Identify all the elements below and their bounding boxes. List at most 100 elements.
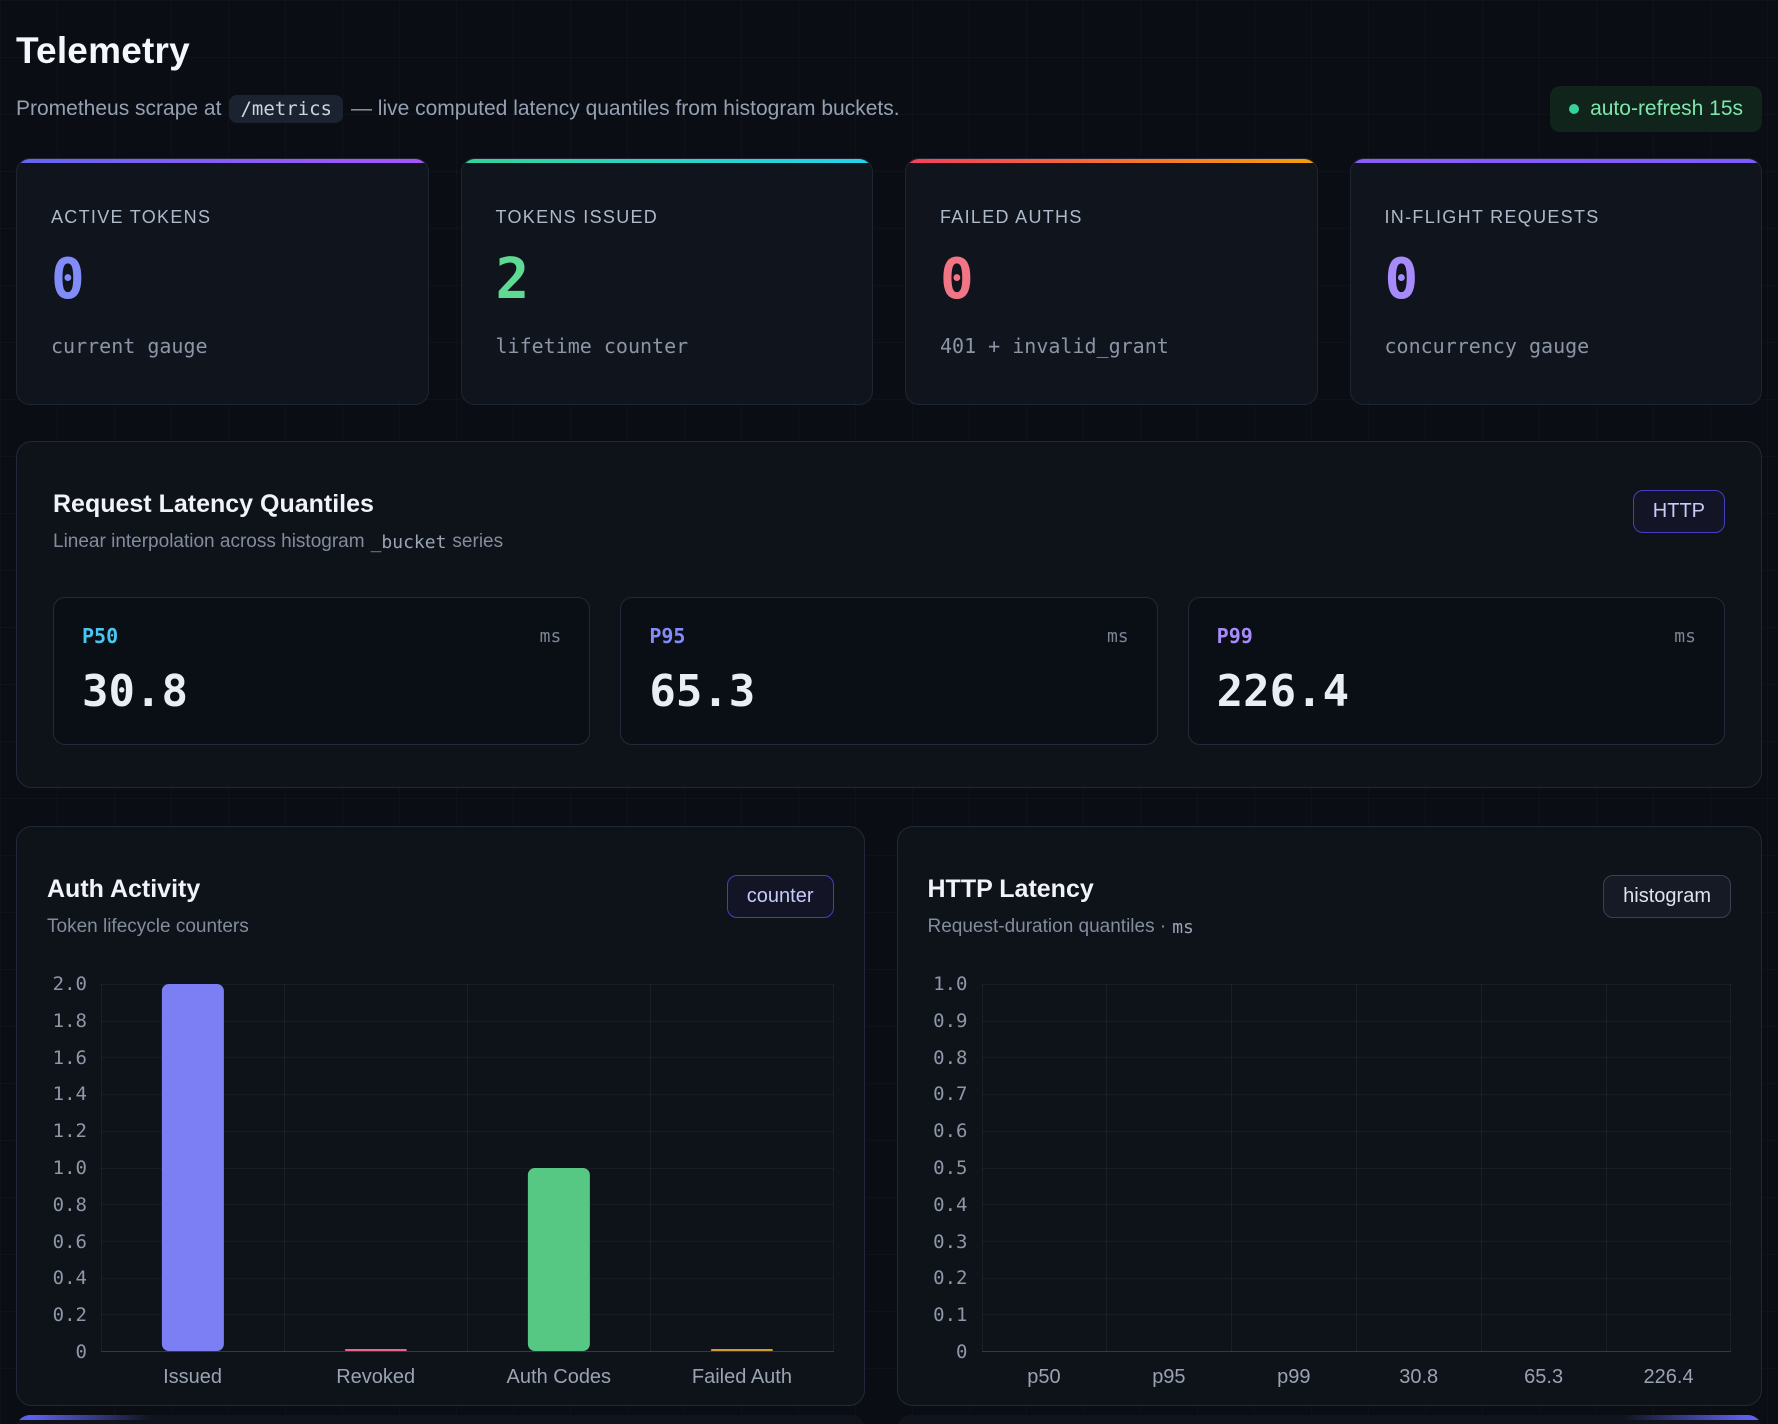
next-panel-left [16,1415,865,1424]
stat-card-failed-auths: FAILED AUTHS 0 401 + invalid_grant [905,158,1318,405]
http-latency-chart: 1.00.90.80.70.60.50.40.30.20.10p50p95p99… [928,984,1731,1389]
quantiles-panel-subtitle: Linear interpolation across histogram _b… [53,531,503,553]
stat-value: 2 [496,252,839,308]
y-tick-label: 0.1 [933,1304,967,1326]
stat-label: IN-FLIGHT REQUESTS [1385,207,1728,228]
bucket-code-text: _bucket [371,532,447,553]
y-tick-label: 1.0 [53,1157,87,1179]
stat-value: 0 [51,252,394,308]
metrics-endpoint-chip: /metrics [229,95,343,123]
quantile-value: 30.8 [82,670,561,714]
y-tick-label: 0 [76,1341,87,1363]
y-tick-label: 0.4 [933,1194,967,1216]
v-gridline [1606,984,1607,1351]
y-tick-label: 0.5 [933,1157,967,1179]
telemetry-page: Telemetry Prometheus scrape at /metrics … [0,0,1778,1424]
histogram-badge: histogram [1603,875,1731,918]
quantiles-panel-head: Request Latency Quantiles Linear interpo… [53,490,1725,553]
stat-card-inflight-requests: IN-FLIGHT REQUESTS 0 concurrency gauge [1350,158,1763,405]
y-tick-label: 0.7 [933,1083,967,1105]
subtitle-post: — live computed latency quantiles from h… [351,97,900,121]
y-tick-label: 1.8 [53,1010,87,1032]
bar-failed-auth [711,1349,773,1351]
quantile-card-p50: P50 ms 30.8 [53,597,590,745]
y-axis: 1.00.90.80.70.60.50.40.30.20.10 [928,984,982,1352]
subtitle-pre: Prometheus scrape at [16,97,221,121]
page-title: Telemetry [16,30,1762,72]
stat-accent-bar [462,159,873,163]
y-tick-label: 0 [956,1341,967,1363]
bar-auth-codes [528,1168,590,1352]
x-axis-labels: p50p95p9930.865.3226.4 [982,1352,1731,1389]
x-tick-label: Auth Codes [467,1366,650,1389]
v-gridline [650,984,651,1351]
bar-revoked [345,1349,407,1351]
next-panel-left-accent [16,1415,865,1420]
auto-refresh-badge: auto-refresh 15s [1550,86,1762,132]
plot-area [982,984,1731,1352]
y-tick-label: 0.8 [933,1047,967,1069]
stat-sub: current gauge [51,334,394,358]
quantiles-subtitle-post: series [452,531,503,553]
http-latency-title: HTTP Latency [928,875,1194,904]
next-panel-row-cutoff [16,1415,1762,1424]
next-panel-right [897,1415,1762,1424]
counter-badge: counter [727,875,834,918]
stat-card-tokens-issued: TOKENS ISSUED 2 lifetime counter [461,158,874,405]
http-latency-subtitle: Request-duration quantiles · ms [928,916,1194,938]
http-latency-subtitle-pre: Request-duration quantiles · [928,916,1167,938]
v-gridline [1481,984,1482,1351]
x-tick-label: Revoked [284,1366,467,1389]
x-axis-labels: IssuedRevokedAuth CodesFailed Auth [101,1352,834,1389]
quantile-label: P99 [1217,624,1253,648]
v-gridline [1231,984,1232,1351]
subtitle-row: Prometheus scrape at /metrics — live com… [16,86,1762,132]
y-tick-label: 0.9 [933,1010,967,1032]
quantile-unit: ms [540,626,562,647]
auth-activity-subtitle: Token lifecycle counters [47,916,249,938]
stat-value: 0 [940,252,1283,308]
stat-card-active-tokens: ACTIVE TOKENS 0 current gauge [16,158,429,405]
y-tick-label: 1.2 [53,1120,87,1142]
y-tick-label: 0.2 [933,1267,967,1289]
v-gridline [833,984,834,1351]
stat-accent-bar [1351,159,1762,163]
stat-label: TOKENS ISSUED [496,207,839,228]
auth-activity-title: Auth Activity [47,875,249,904]
quantile-label: P50 [82,624,118,648]
bar-issued [161,984,223,1351]
next-panel-right-accent [897,1415,1762,1420]
y-tick-label: 0.6 [933,1120,967,1142]
stat-label: ACTIVE TOKENS [51,207,394,228]
y-tick-label: 2.0 [53,973,87,995]
stat-accent-bar [17,159,428,163]
stat-sub: 401 + invalid_grant [940,334,1283,358]
v-gridline [982,984,983,1351]
quantiles-subtitle-pre: Linear interpolation across histogram [53,531,365,553]
y-tick-label: 0.2 [53,1304,87,1326]
auto-refresh-label: auto-refresh 15s [1590,97,1743,121]
y-tick-label: 0.3 [933,1231,967,1253]
quantile-cards: P50 ms 30.8 P95 ms 65.3 P99 ms 226.4 [53,597,1725,745]
quantile-value: 226.4 [1217,670,1696,714]
v-gridline [1730,984,1731,1351]
request-latency-quantiles-panel: Request Latency Quantiles Linear interpo… [16,441,1762,788]
y-tick-label: 1.4 [53,1083,87,1105]
x-tick-label: Issued [101,1366,284,1389]
x-tick-label: p50 [982,1366,1107,1389]
y-axis: 2.01.81.61.41.21.00.80.60.40.20 [47,984,101,1352]
y-tick-label: 0.8 [53,1194,87,1216]
x-tick-label: 30.8 [1356,1366,1481,1389]
quantile-card-p95: P95 ms 65.3 [620,597,1157,745]
plot-area [101,984,834,1352]
x-tick-label: Failed Auth [650,1366,833,1389]
page-subtitle: Prometheus scrape at /metrics — live com… [16,95,900,123]
quantiles-panel-title: Request Latency Quantiles [53,490,503,519]
y-tick-label: 0.4 [53,1267,87,1289]
stat-value: 0 [1385,252,1728,308]
v-gridline [1356,984,1357,1351]
y-tick-label: 1.0 [933,973,967,995]
v-gridline [467,984,468,1351]
http-latency-panel: HTTP Latency Request-duration quantiles … [897,826,1762,1406]
auth-activity-chart: 2.01.81.61.41.21.00.80.60.40.20IssuedRev… [47,984,834,1389]
